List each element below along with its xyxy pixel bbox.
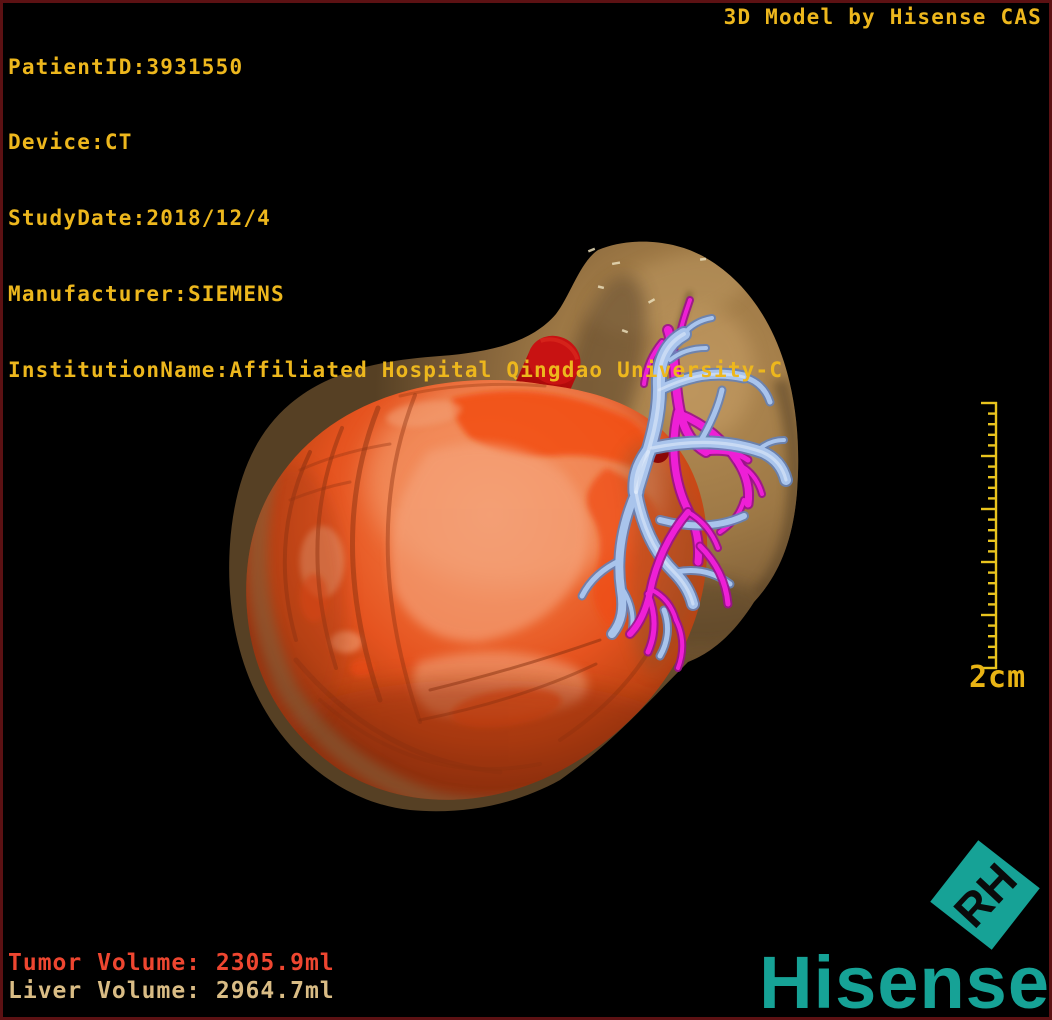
scale-label: 2cm — [969, 660, 1027, 695]
volume-readouts: Tumor Volume: 2305.9ml Liver Volume: 296… — [8, 950, 335, 1005]
study-date-text: StudyDate:2018/12/4 — [8, 206, 272, 231]
cas-3d-viewer-window: PatientID:3931550 Device:CT StudyDate:20… — [0, 0, 1052, 1020]
liver-volume-text: Liver Volume: 2964.7ml — [8, 977, 335, 1004]
tumor-volume-text: Tumor Volume: 2305.9ml — [8, 950, 335, 976]
institution-text: InstitutionName:Affiliated Hospital Qing… — [8, 358, 784, 383]
scale-ruler — [981, 401, 998, 670]
model-credit-text: 3D Model by Hisense CAS — [723, 5, 1042, 29]
device-text: Device:CT — [8, 130, 133, 155]
hisense-logo: Hisense — [759, 941, 1050, 1020]
manufacturer-text: Manufacturer:SIEMENS — [8, 282, 285, 307]
patient-id-text: PatientID:3931550 — [8, 54, 244, 79]
dicom-overlay-top-left: PatientID:3931550 Device:CT StudyDate:20… — [8, 4, 783, 434]
